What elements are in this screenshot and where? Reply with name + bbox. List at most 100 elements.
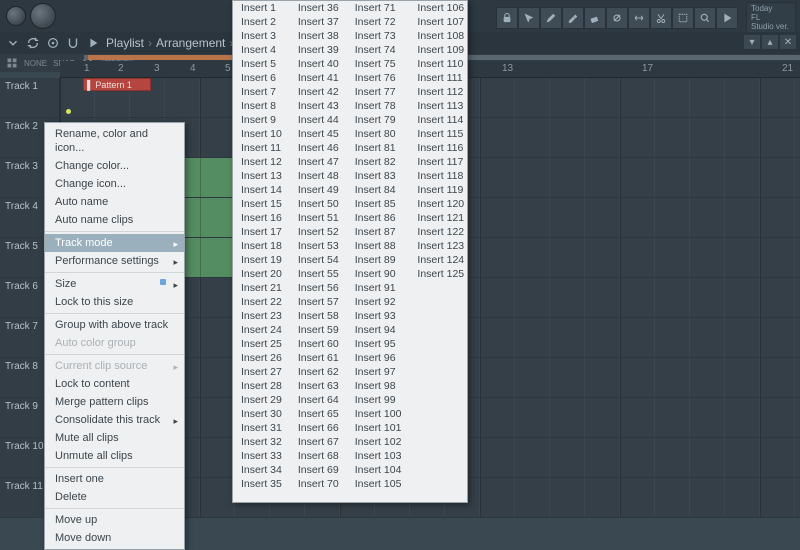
insert-item[interactable]: Insert 122 (409, 225, 468, 239)
insert-item[interactable]: Insert 20 (233, 267, 290, 281)
insert-item[interactable]: Insert 35 (233, 477, 290, 491)
tool-select-icon[interactable] (672, 7, 694, 29)
insert-item[interactable]: Insert 7 (233, 85, 290, 99)
insert-item[interactable]: Insert 119 (409, 183, 468, 197)
insert-item[interactable]: Insert 37 (290, 15, 347, 29)
insert-item[interactable]: Insert 52 (290, 225, 347, 239)
insert-item[interactable]: Insert 14 (233, 183, 290, 197)
insert-item[interactable]: Insert 57 (290, 295, 347, 309)
insert-item[interactable]: Insert 15 (233, 197, 290, 211)
insert-item[interactable]: Insert 75 (347, 57, 410, 71)
insert-item[interactable]: Insert 10 (233, 127, 290, 141)
insert-item[interactable]: Insert 28 (233, 379, 290, 393)
insert-item[interactable]: Insert 114 (409, 113, 468, 127)
track-enable-dot[interactable] (66, 109, 71, 114)
insert-item[interactable]: Insert 17 (233, 225, 290, 239)
insert-item[interactable]: Insert 49 (290, 183, 347, 197)
insert-item[interactable]: Insert 107 (409, 15, 468, 29)
insert-item[interactable]: Insert 65 (290, 407, 347, 421)
insert-item[interactable]: Insert 48 (290, 169, 347, 183)
insert-item[interactable]: Insert 59 (290, 323, 347, 337)
insert-item[interactable]: Insert 42 (290, 85, 347, 99)
insert-item[interactable]: Insert 1 (233, 1, 290, 15)
insert-item[interactable]: Insert 69 (290, 463, 347, 477)
insert-item[interactable]: Insert 22 (233, 295, 290, 309)
tool-brush-icon[interactable] (562, 7, 584, 29)
insert-item[interactable]: Insert 109 (409, 43, 468, 57)
track-header[interactable]: Track 1 (0, 78, 60, 117)
insert-item[interactable]: Insert 79 (347, 113, 410, 127)
insert-item[interactable]: Insert 98 (347, 379, 410, 393)
insert-item[interactable]: Insert 66 (290, 421, 347, 435)
insert-item[interactable]: Insert 121 (409, 211, 468, 225)
insert-item[interactable]: Insert 56 (290, 281, 347, 295)
menu-mute-all[interactable]: Mute all clips (45, 429, 184, 447)
insert-item[interactable]: Insert 29 (233, 393, 290, 407)
insert-item[interactable]: Insert 67 (290, 435, 347, 449)
minimize-button[interactable]: ▾ (744, 35, 760, 49)
insert-item[interactable]: Insert 12 (233, 155, 290, 169)
insert-item[interactable]: Insert 5 (233, 57, 290, 71)
insert-item[interactable]: Insert 106 (409, 1, 468, 15)
tool-mute-icon[interactable] (606, 7, 628, 29)
insert-item[interactable]: Insert 85 (347, 197, 410, 211)
insert-item[interactable]: Insert 88 (347, 239, 410, 253)
insert-item[interactable]: Insert 55 (290, 267, 347, 281)
insert-item[interactable]: Insert 27 (233, 365, 290, 379)
insert-item[interactable]: Insert 41 (290, 71, 347, 85)
insert-item[interactable]: Insert 11 (233, 141, 290, 155)
insert-item[interactable]: Insert 70 (290, 477, 347, 491)
menu-track-mode[interactable]: Track mode▸ (45, 234, 184, 252)
insert-item[interactable]: Insert 47 (290, 155, 347, 169)
insert-item[interactable]: Insert 8 (233, 99, 290, 113)
play-icon[interactable] (86, 36, 100, 50)
insert-item[interactable]: Insert 103 (347, 449, 410, 463)
knob[interactable] (6, 6, 26, 26)
menu-lock-size[interactable]: Lock to this size (45, 293, 184, 311)
tool-arrow-icon[interactable] (518, 7, 540, 29)
insert-item[interactable]: Insert 81 (347, 141, 410, 155)
menu-move-up[interactable]: Move up (45, 511, 184, 529)
insert-item[interactable]: Insert 32 (233, 435, 290, 449)
insert-item[interactable]: Insert 76 (347, 71, 410, 85)
tool-slice-icon[interactable] (650, 7, 672, 29)
insert-item[interactable]: Insert 110 (409, 57, 468, 71)
insert-item[interactable]: Insert 36 (290, 1, 347, 15)
menu-lock-content[interactable]: Lock to content (45, 375, 184, 393)
insert-item[interactable]: Insert 71 (347, 1, 410, 15)
insert-item[interactable]: Insert 44 (290, 113, 347, 127)
menu-auto-name[interactable]: Auto name (45, 193, 184, 211)
menu-icon[interactable] (6, 36, 20, 50)
pattern-clip[interactable]: ▌Pattern 1 (83, 78, 151, 91)
insert-item[interactable]: Insert 50 (290, 197, 347, 211)
insert-item[interactable]: Insert 94 (347, 323, 410, 337)
tool-play-icon[interactable] (716, 7, 738, 29)
insert-item[interactable]: Insert 111 (409, 71, 468, 85)
insert-item[interactable]: Insert 90 (347, 267, 410, 281)
insert-item[interactable]: Insert 31 (233, 421, 290, 435)
insert-item[interactable]: Insert 2 (233, 15, 290, 29)
insert-item[interactable]: Insert 73 (347, 29, 410, 43)
magnet-icon[interactable] (66, 36, 80, 50)
insert-item[interactable]: Insert 6 (233, 71, 290, 85)
insert-item[interactable]: Insert 23 (233, 309, 290, 323)
insert-item[interactable]: Insert 51 (290, 211, 347, 225)
tool-zoom-icon[interactable] (694, 7, 716, 29)
menu-merge-clips[interactable]: Merge pattern clips (45, 393, 184, 411)
insert-item[interactable]: Insert 89 (347, 253, 410, 267)
menu-group-above[interactable]: Group with above track (45, 316, 184, 334)
insert-item[interactable]: Insert 58 (290, 309, 347, 323)
insert-item[interactable]: Insert 123 (409, 239, 468, 253)
insert-item[interactable]: Insert 62 (290, 365, 347, 379)
knob[interactable] (30, 3, 56, 29)
menu-unmute-all[interactable]: Unmute all clips (45, 447, 184, 465)
tool-lock-icon[interactable] (496, 7, 518, 29)
insert-item[interactable]: Insert 34 (233, 463, 290, 477)
tool-erase-icon[interactable] (584, 7, 606, 29)
insert-item[interactable]: Insert 78 (347, 99, 410, 113)
insert-item[interactable]: Insert 125 (409, 267, 468, 281)
insert-item[interactable]: Insert 33 (233, 449, 290, 463)
insert-item[interactable]: Insert 60 (290, 337, 347, 351)
insert-item[interactable]: Insert 30 (233, 407, 290, 421)
bc-playlist[interactable]: Playlist (106, 36, 144, 50)
